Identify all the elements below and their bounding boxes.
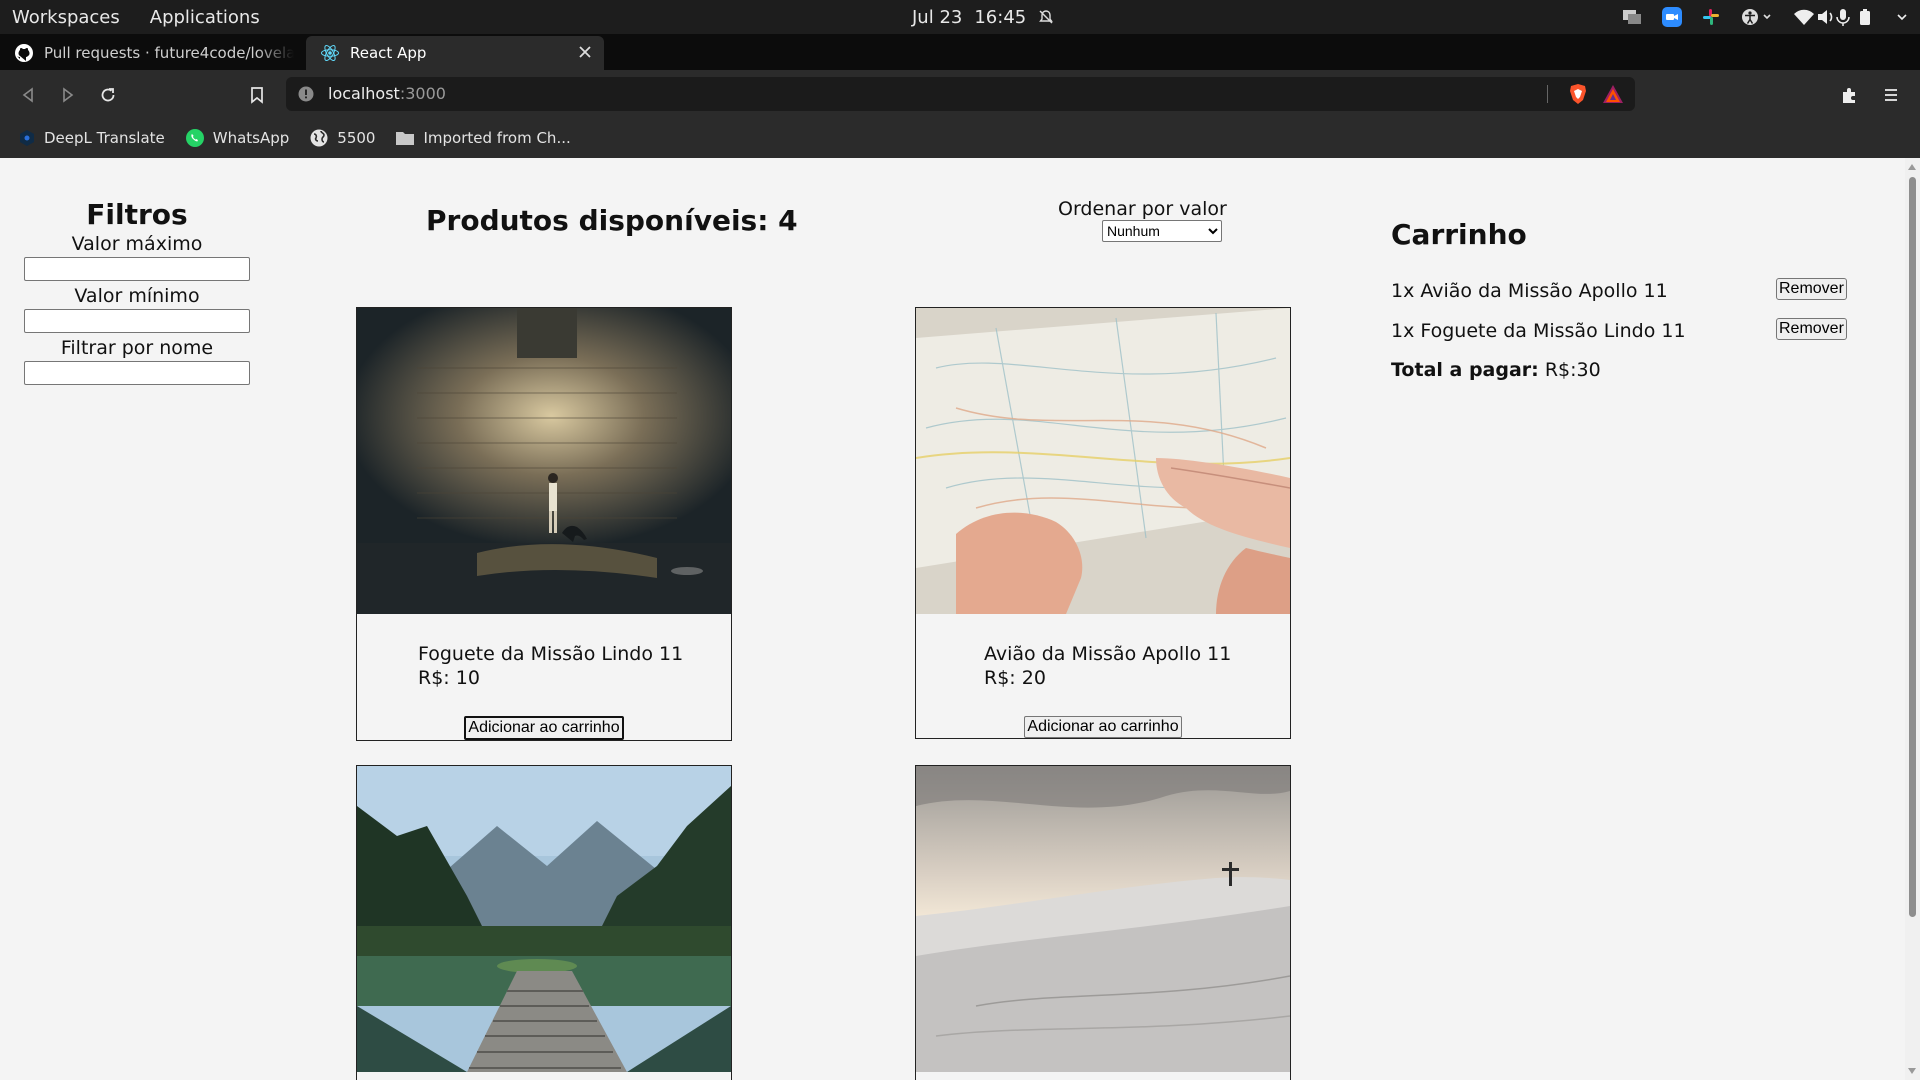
remove-button[interactable]: Remover [1776, 278, 1847, 300]
product-price: R$: 20 [984, 667, 1046, 689]
globe-icon [309, 128, 329, 148]
sort-select[interactable]: Nunhum [1102, 220, 1222, 242]
product-card: Foguete da Missão Lindo 11 R$: 10 Adicio… [356, 307, 732, 741]
bookmark-label: 5500 [337, 129, 376, 147]
applications-button[interactable]: Applications [150, 7, 260, 28]
cart-total-value: R$:30 [1544, 359, 1601, 381]
product-card [915, 765, 1291, 1080]
bookmark-folder-imported[interactable]: Imported from Ch... [395, 129, 571, 147]
tab-title: Pull requests · future4code/lovela [44, 44, 294, 62]
sort-control: Ordenar por valor Nunhum [1058, 198, 1227, 242]
bookmark-5500[interactable]: 5500 [309, 128, 375, 148]
sort-label: Ordenar por valor [1058, 198, 1227, 220]
scroll-up-icon[interactable] [1908, 164, 1916, 170]
clock[interactable]: Jul 23 16:45 [912, 0, 1054, 34]
bookmark-label: WhatsApp [212, 129, 290, 147]
folder-icon [395, 130, 415, 146]
slack-icon[interactable] [1702, 8, 1720, 26]
cart-item-label: 1x Avião da Missão Apollo 11 [1391, 280, 1668, 302]
max-value-input[interactable] [24, 257, 250, 281]
remove-button[interactable]: Remover [1776, 318, 1847, 340]
tab-strip: Pull requests · future4code/lovela React… [0, 34, 1920, 95]
whatsapp-icon [185, 128, 205, 148]
screen-share-icon[interactable] [1622, 8, 1642, 26]
tab-pull-requests[interactable]: Pull requests · future4code/lovela [0, 36, 304, 70]
min-value-input[interactable] [24, 309, 250, 333]
site-info-icon[interactable] [298, 86, 314, 106]
tab-title: React App [350, 44, 427, 62]
address-divider [1547, 85, 1548, 103]
brave-shields-icon[interactable] [1568, 83, 1588, 109]
page-scrollbar[interactable] [1905, 158, 1920, 1080]
product-image-child-dog-wall [357, 308, 731, 614]
min-value-label: Valor mínimo [74, 285, 200, 307]
reload-icon[interactable] [95, 82, 121, 108]
github-icon [14, 43, 34, 63]
add-to-cart-button[interactable]: Adicionar ao carrinho [464, 716, 624, 740]
url-host: localhost [328, 84, 400, 103]
bookmark-whatsapp[interactable]: WhatsApp [185, 128, 290, 148]
system-status-icons[interactable] [1792, 7, 1910, 27]
clock-date: Jul 23 [912, 6, 963, 28]
browser-toolbar: localhost:3000 [0, 70, 1920, 118]
extensions-icon[interactable] [1836, 82, 1862, 108]
max-value-label: Valor máximo [71, 233, 203, 255]
bookmark-icon[interactable] [244, 82, 270, 108]
close-tab-icon[interactable] [574, 41, 596, 63]
system-top-bar: Workspaces Applications Jul 23 16:45 [0, 0, 1920, 34]
cart-panel: Carrinho 1x Avião da Missão Apollo 11 Re… [1391, 218, 1851, 381]
product-card: Avião da Missão Apollo 11 R$: 20 Adicion… [915, 307, 1291, 739]
bookmarks-bar: DeepL Translate WhatsApp 5500 Imported f… [0, 118, 1920, 158]
scroll-down-icon[interactable] [1908, 1068, 1916, 1074]
forward-icon[interactable] [55, 82, 81, 108]
product-image-mountain-lake [357, 766, 731, 1072]
filters-title: Filtros [86, 198, 188, 231]
workspaces-button[interactable]: Workspaces [12, 7, 120, 28]
bookmark-label: DeepL Translate [44, 129, 165, 147]
cart-item: 1x Avião da Missão Apollo 11 Remover [1391, 277, 1851, 317]
tab-react-app[interactable]: React App [306, 36, 604, 70]
scrollbar-thumb[interactable] [1909, 177, 1916, 917]
add-to-cart-button[interactable]: Adicionar ao carrinho [1024, 716, 1182, 738]
bookmark-deepl[interactable]: DeepL Translate [18, 129, 165, 147]
cart-total: Total a pagar: R$:30 [1391, 359, 1851, 381]
product-name: Avião da Missão Apollo 11 [984, 643, 1232, 665]
notifications-off-icon [1038, 9, 1054, 25]
cart-item-label: 1x Foguete da Missão Lindo 11 [1391, 320, 1686, 342]
product-price: R$: 10 [418, 667, 480, 689]
url-text: localhost:3000 [328, 77, 446, 111]
name-filter-input[interactable] [24, 361, 250, 385]
cart-item: 1x Foguete da Missão Lindo 11 Remover [1391, 317, 1851, 357]
products-title: Produtos disponíveis: 4 [426, 204, 798, 237]
product-image-snowy-hill-cross [916, 766, 1290, 1072]
name-filter-label: Filtrar por nome [60, 337, 214, 359]
cart-title: Carrinho [1391, 218, 1527, 251]
clock-time: 16:45 [974, 6, 1027, 28]
back-icon[interactable] [15, 82, 41, 108]
react-icon [320, 43, 340, 63]
product-name: Foguete da Missão Lindo 11 [418, 643, 684, 665]
product-card [356, 765, 732, 1080]
deepl-icon [18, 129, 36, 147]
cart-total-label: Total a pagar: [1391, 359, 1539, 381]
zoom-icon[interactable] [1662, 7, 1682, 27]
filters-panel: Filtros Valor máximo Valor mínimo Filtra… [24, 198, 250, 385]
url-port: :3000 [399, 84, 446, 103]
menu-icon[interactable] [1878, 82, 1904, 108]
bookmark-label: Imported from Ch... [423, 129, 571, 147]
page-viewport: Filtros Valor máximo Valor mínimo Filtra… [0, 158, 1920, 1080]
accessibility-icon[interactable] [1740, 7, 1772, 27]
address-bar[interactable]: localhost:3000 [286, 77, 1635, 111]
product-image-hands-map [916, 308, 1290, 614]
brave-rewards-icon[interactable] [1602, 84, 1624, 108]
